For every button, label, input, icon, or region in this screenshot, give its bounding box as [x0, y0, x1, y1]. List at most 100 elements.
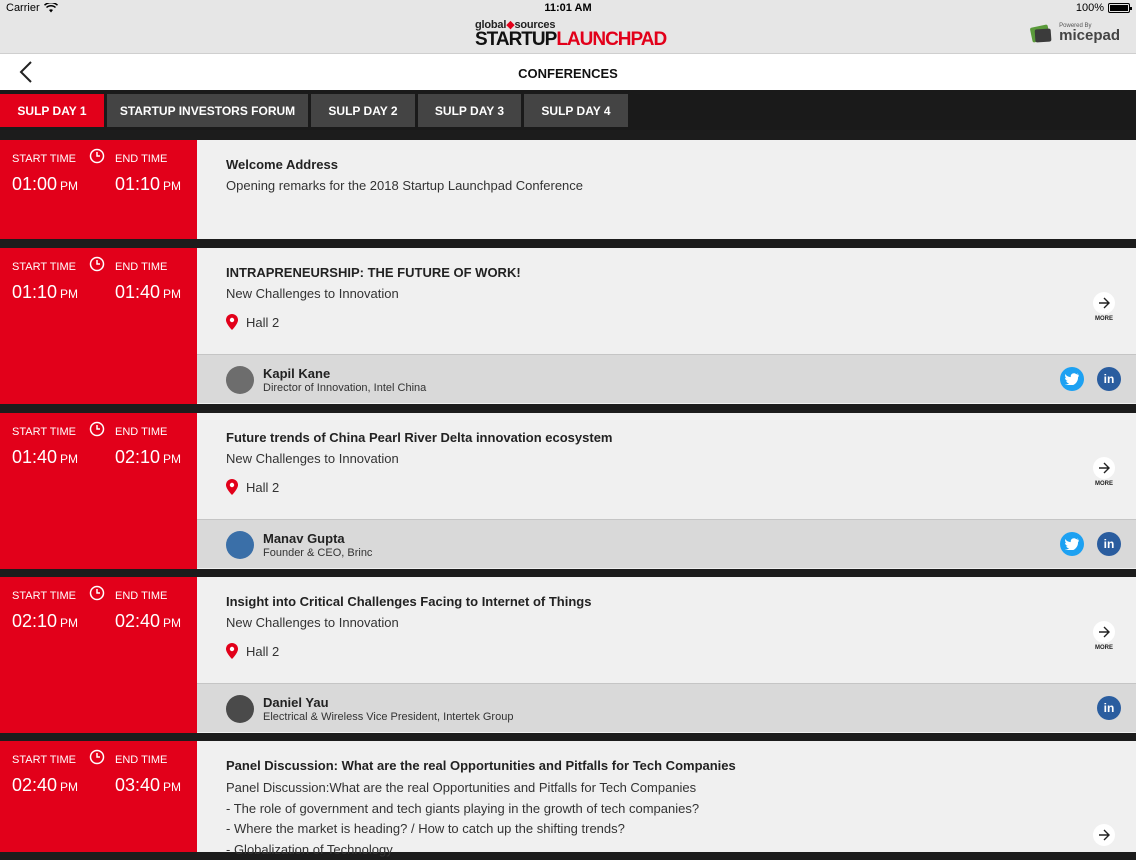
startup-launchpad-logo: global◆sources STARTUPLAUNCHPAD [475, 18, 665, 52]
end-time-label: END TIME [115, 590, 167, 602]
clock-icon [89, 256, 105, 272]
location-label: Hall 2 [246, 315, 279, 330]
tab-sulp-day-2[interactable]: SULP DAY 2 [311, 94, 415, 127]
micepad-icon [1028, 20, 1054, 46]
tab-sulp-day-4[interactable]: SULP DAY 4 [524, 94, 628, 127]
speaker-name: Daniel Yau [263, 695, 329, 710]
session-title: INTRAPRENEURSHIP: THE FUTURE OF WORK! [226, 265, 521, 280]
logo-launchpad: LAUNCHPAD [556, 29, 666, 50]
arrow-right-icon [1098, 297, 1110, 309]
session-card[interactable]: START TIME END TIME 01:40PM 02:10PM Futu… [0, 413, 1136, 569]
twitter-icon[interactable] [1060, 532, 1084, 556]
speaker-role: Director of Innovation, Intel China [263, 382, 426, 394]
session-description: Panel Discussion:What are the real Oppor… [226, 778, 699, 860]
battery-percent: 100% [1076, 2, 1104, 14]
start-time-value: 01:10PM [12, 282, 78, 303]
avatar [226, 695, 254, 723]
battery-icon [1108, 3, 1130, 13]
status-bar: Carrier 11:01 AM 100% [0, 0, 1136, 16]
end-time-label: END TIME [115, 261, 167, 273]
location-pin-icon [226, 314, 238, 330]
tab-startup-investors-forum[interactable]: STARTUP INVESTORS FORUM [107, 94, 308, 127]
tab-sulp-day-3[interactable]: SULP DAY 3 [418, 94, 521, 127]
speaker-name: Manav Gupta [263, 531, 345, 546]
speaker-row[interactable]: Daniel Yau Electrical & Wireless Vice Pr… [197, 683, 1136, 732]
session-subtitle: New Challenges to Innovation [226, 615, 399, 630]
description-line: Panel Discussion:What are the real Oppor… [226, 778, 699, 799]
speaker-role: Electrical & Wireless Vice President, In… [263, 711, 513, 723]
start-time-value: 02:40PM [12, 775, 78, 796]
session-time-panel: START TIME END TIME 01:40PM 02:10PM [0, 413, 197, 569]
end-time-label: END TIME [115, 153, 167, 165]
arrow-right-icon [1098, 829, 1110, 841]
session-card[interactable]: START TIME END TIME 01:10PM 01:40PM INTR… [0, 248, 1136, 404]
session-title: Insight into Critical Challenges Facing … [226, 594, 591, 609]
session-content: Welcome Address Opening remarks for the … [197, 140, 1136, 239]
session-content: Future trends of China Pearl River Delta… [197, 413, 1136, 569]
session-subtitle: Opening remarks for the 2018 Startup Lau… [226, 178, 583, 193]
more-button[interactable]: MORE [1092, 292, 1116, 322]
location-label: Hall 2 [246, 644, 279, 659]
session-time-panel: START TIME END TIME 01:10PM 01:40PM [0, 248, 197, 404]
clock-icon [89, 585, 105, 601]
session-card[interactable]: START TIME END TIME 02:40PM 03:40PM Pane… [0, 741, 1136, 852]
speaker-role: Founder & CEO, Brinc [263, 547, 372, 559]
end-time-value: 03:40PM [115, 775, 181, 796]
description-line: - The role of government and tech giants… [226, 799, 699, 820]
description-line: - Where the market is heading? / How to … [226, 819, 699, 840]
clock-time: 11:01 AM [0, 2, 1136, 14]
speaker-row[interactable]: Manav Gupta Founder & CEO, Brinc in [197, 519, 1136, 568]
battery-indicator: 100% [1076, 2, 1130, 14]
start-time-label: START TIME [12, 153, 76, 165]
start-time-label: START TIME [12, 426, 76, 438]
logo-startup: STARTUP [475, 29, 556, 50]
session-title: Panel Discussion: What are the real Oppo… [226, 758, 736, 773]
micepad-logo: Powered By micepad [1028, 20, 1120, 46]
clock-icon [89, 749, 105, 765]
session-card[interactable]: START TIME END TIME 02:10PM 02:40PM Insi… [0, 577, 1136, 733]
linkedin-icon[interactable]: in [1097, 532, 1121, 556]
speaker-row[interactable]: Kapil Kane Director of Innovation, Intel… [197, 354, 1136, 403]
end-time-label: END TIME [115, 426, 167, 438]
end-time-value: 02:40PM [115, 611, 181, 632]
start-time-value: 01:00PM [12, 174, 78, 195]
more-label: MORE [1092, 645, 1116, 651]
avatar [226, 366, 254, 394]
start-time-value: 01:40PM [12, 447, 78, 468]
end-time-value: 01:10PM [115, 174, 181, 195]
more-button[interactable] [1092, 824, 1116, 846]
session-location: Hall 2 [226, 643, 279, 659]
brand-bar: global◆sources STARTUPLAUNCHPAD Powered … [0, 16, 1136, 54]
session-card[interactable]: START TIME END TIME 01:00PM 01:10PM Welc… [0, 140, 1136, 239]
end-time-value: 02:10PM [115, 447, 181, 468]
session-subtitle: New Challenges to Innovation [226, 451, 399, 466]
more-button[interactable]: MORE [1092, 457, 1116, 487]
session-content: INTRAPRENEURSHIP: THE FUTURE OF WORK! Ne… [197, 248, 1136, 404]
linkedin-icon[interactable]: in [1097, 367, 1121, 391]
session-time-panel: START TIME END TIME 02:10PM 02:40PM [0, 577, 197, 733]
session-location: Hall 2 [226, 314, 279, 330]
session-subtitle: New Challenges to Innovation [226, 286, 399, 301]
arrow-right-icon [1098, 462, 1110, 474]
session-content: Insight into Critical Challenges Facing … [197, 577, 1136, 733]
session-location: Hall 2 [226, 479, 279, 495]
start-time-label: START TIME [12, 754, 76, 766]
day-tabs: SULP DAY 1 STARTUP INVESTORS FORUM SULP … [0, 90, 1136, 130]
location-label: Hall 2 [246, 480, 279, 495]
end-time-label: END TIME [115, 754, 167, 766]
description-line: - Globalization of Technology [226, 840, 699, 860]
twitter-icon[interactable] [1060, 367, 1084, 391]
more-button[interactable]: MORE [1092, 621, 1116, 651]
linkedin-icon[interactable]: in [1097, 696, 1121, 720]
end-time-value: 01:40PM [115, 282, 181, 303]
start-time-label: START TIME [12, 261, 76, 273]
more-label: MORE [1092, 316, 1116, 322]
session-content: Panel Discussion: What are the real Oppo… [197, 741, 1136, 852]
session-time-panel: START TIME END TIME 01:00PM 01:10PM [0, 140, 197, 239]
navigation-bar: CONFERENCES [0, 54, 1136, 90]
tab-sulp-day-1[interactable]: SULP DAY 1 [0, 94, 104, 127]
arrow-right-icon [1098, 626, 1110, 638]
avatar [226, 531, 254, 559]
session-time-panel: START TIME END TIME 02:40PM 03:40PM [0, 741, 197, 852]
speaker-name: Kapil Kane [263, 366, 330, 381]
